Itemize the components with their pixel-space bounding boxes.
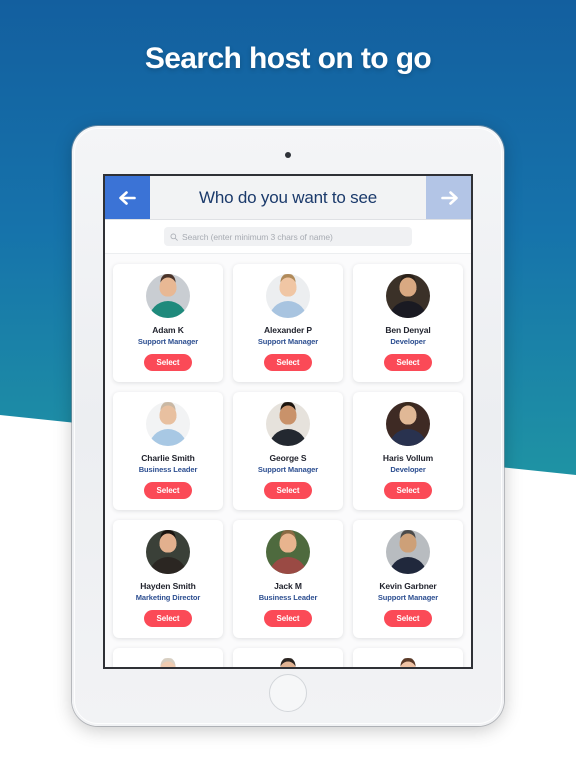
person-card[interactable] [353,648,463,667]
avatar-face [159,277,177,297]
person-role: Support Manager [257,465,319,474]
avatar-face [399,277,417,297]
person-role: Support Manager [377,593,439,602]
tablet-device-frame: Who do you want to see Search (enter min… [72,126,504,726]
select-button[interactable]: Select [263,610,313,627]
avatar-face [399,405,417,425]
avatar [386,274,430,318]
select-button[interactable]: Select [143,354,193,371]
person-role: Marketing Director [135,593,201,602]
person-name: Haris Vollum [382,453,434,463]
select-button[interactable]: Select [263,482,313,499]
select-button[interactable]: Select [383,354,433,371]
select-button[interactable]: Select [383,610,433,627]
person-role: Support Manager [137,337,199,346]
avatar [266,274,310,318]
person-role: Developer [390,465,426,474]
page-title: Who do you want to see [199,187,377,207]
avatar-face [159,405,177,425]
person-card[interactable]: Ben Denyal Developer Select [353,264,463,382]
avatar [266,402,310,446]
people-grid: Adam K Support Manager Select Alexander P Su… [113,264,463,638]
person-card[interactable] [233,648,343,667]
avatar [386,658,430,667]
promo-screenshot: Search host on to go Who do you want to … [0,0,576,768]
person-card[interactable]: Jack M Business Leader Select [233,520,343,638]
person-card[interactable]: Charlie Smith Business Leader Select [113,392,223,510]
avatar [386,530,430,574]
person-name: George S [269,453,307,463]
avatar [386,402,430,446]
tablet-screen: Who do you want to see Search (enter min… [103,174,473,669]
person-card[interactable]: Kevin Garbner Support Manager Select [353,520,463,638]
person-card[interactable]: Haris Vollum Developer Select [353,392,463,510]
person-name: Adam K [152,325,184,335]
avatar [146,530,190,574]
person-card[interactable] [113,648,223,667]
person-name: Jack M [274,581,302,591]
forward-button[interactable] [426,176,471,219]
person-role: Developer [390,337,426,346]
page-headline: Search host on to go [144,42,432,75]
person-card[interactable]: Hayden Smith Marketing Director Select [113,520,223,638]
camera-dot-icon [285,152,291,158]
arrow-left-icon [118,190,138,206]
person-name: Alexander P [263,325,313,335]
select-button[interactable]: Select [143,610,193,627]
search-icon [170,228,178,246]
avatar [266,658,310,667]
avatar [146,274,190,318]
app-header-bar: Who do you want to see [105,176,471,220]
select-button[interactable]: Select [383,482,433,499]
person-card[interactable]: Adam K Support Manager Select [113,264,223,382]
person-name: Charlie Smith [141,453,195,463]
person-name: Ben Denyal [385,325,431,335]
person-name: Hayden Smith [140,581,196,591]
back-button[interactable] [105,176,150,219]
arrow-right-icon [439,190,459,206]
search-row: Search (enter minimum 3 chars of name) [105,220,471,254]
person-card[interactable]: George S Support Manager Select [233,392,343,510]
avatar [146,402,190,446]
person-role: Support Manager [257,337,319,346]
avatar [146,658,190,667]
avatar-face [279,533,297,553]
people-grid-next-row [113,648,463,667]
avatar-face [159,533,177,553]
person-card[interactable]: Alexander P Support Manager Select [233,264,343,382]
avatar-face [399,533,417,553]
select-button[interactable]: Select [263,354,313,371]
avatar-face [279,405,297,425]
search-input[interactable]: Search (enter minimum 3 chars of name) [164,227,412,246]
person-name: Kevin Garbner [379,581,437,591]
person-role: Business Leader [258,593,318,602]
home-button[interactable] [269,674,307,712]
people-list[interactable]: Adam K Support Manager Select Alexander P Su… [105,254,471,667]
select-button[interactable]: Select [143,482,193,499]
avatar [266,530,310,574]
person-role: Business Leader [138,465,198,474]
search-placeholder: Search (enter minimum 3 chars of name) [182,231,333,242]
avatar-face [279,277,297,297]
